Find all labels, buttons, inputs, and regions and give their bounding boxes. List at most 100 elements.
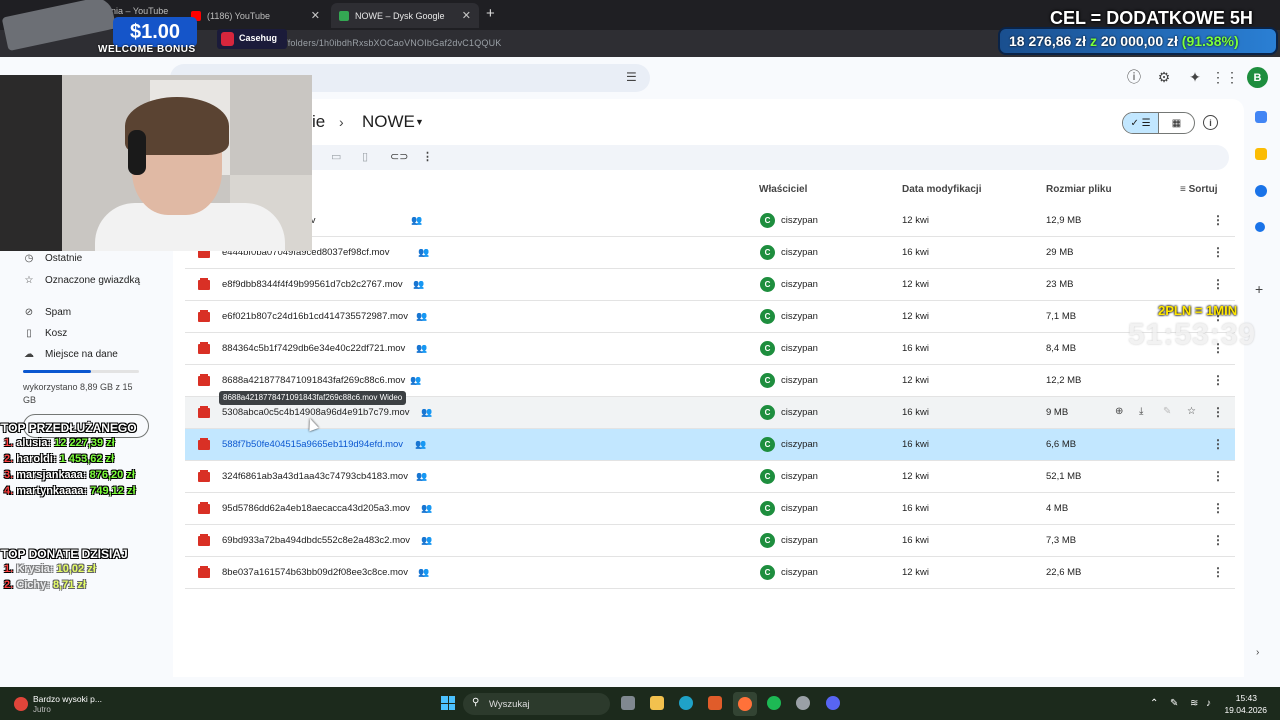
table-row[interactable]: e8f9dbb8344f4f49b99561d7cb2c2767.mov 👥 Cci… (185, 269, 1235, 301)
close-icon[interactable]: ✕ (462, 9, 471, 22)
nav-starred[interactable]: ☆ Oznaczone gwiazdką (23, 275, 141, 286)
page-title[interactable]: NOWE (362, 112, 415, 132)
windows-start-icon[interactable] (441, 696, 455, 710)
more-options-icon[interactable]: ⋮ (1212, 405, 1224, 419)
file-name[interactable]: 324f6861ab3a43d1aa43c74793cb4183.mov (222, 471, 408, 482)
trash-icon[interactable]: ▯ (362, 150, 368, 163)
file-name[interactable]: 95d5786dd62a4eb18aecacca43d205a3.mov (222, 503, 410, 514)
entry-rank: 4. (4, 485, 14, 497)
keep-icon[interactable] (1255, 148, 1267, 160)
table-row[interactable]: 69bd933a72ba494dbdc552c8e2a483c2.mov 👥 Cci… (185, 525, 1235, 557)
table-row[interactable]: 95d5786dd62a4eb18aecacca43d205a3.mov 👥 Cci… (185, 493, 1235, 525)
clock-date[interactable]: 19.04.2026 (1217, 705, 1267, 715)
link-icon[interactable]: ⊂⊃ (390, 150, 408, 163)
more-options-icon[interactable]: ⋮ (1212, 469, 1224, 483)
more-options-icon[interactable]: ⋮ (1212, 373, 1224, 387)
volume-icon[interactable]: ♪ (1206, 698, 1211, 709)
more-options-icon[interactable]: ⋮ (1212, 565, 1224, 579)
more-options-icon[interactable]: ⋮ (1212, 501, 1224, 515)
sort-button[interactable]: ≡ Sortuj (1180, 184, 1218, 195)
list-view-button[interactable]: ✓ ☰ (1123, 113, 1158, 133)
table-row[interactable]: 884364c5b1f7429db6e34e40c22df721.mov 👥 Cci… (185, 333, 1235, 365)
file-explorer-icon[interactable] (650, 696, 664, 710)
tab-google-drive[interactable]: NOWE – Dysk Google ✕ (331, 3, 479, 28)
edge-icon[interactable] (679, 696, 693, 710)
chevron-up-icon[interactable]: ⌃ (1150, 698, 1158, 709)
avatar[interactable]: B (1247, 67, 1268, 88)
rename-icon[interactable]: ✎ (1163, 406, 1171, 417)
goal-join: z (1089, 33, 1097, 49)
table-row[interactable]: 2c954a22d7c0a2.mov👥Cciszypan12 kwi12,9 M… (185, 205, 1235, 237)
more-options-icon[interactable]: ⋮ (1212, 533, 1224, 547)
firefox-icon[interactable] (738, 697, 752, 711)
calendar-icon[interactable] (1255, 111, 1267, 123)
video-file-icon (198, 342, 210, 354)
nav-spam[interactable]: ⊘ Spam (23, 307, 71, 318)
nav-label: Oznaczone gwiazdką (45, 275, 141, 286)
discord-icon[interactable] (826, 696, 840, 710)
column-modified[interactable]: Data modyfikacji (902, 184, 981, 195)
more-options-icon[interactable]: ⋮ (1212, 213, 1224, 227)
table-row[interactable]: 324f6861ab3a43d1aa43c74793cb4183.mov 👥 Cci… (185, 461, 1235, 493)
tasks-icon[interactable] (1255, 185, 1267, 197)
more-options-icon[interactable]: ⋮ (1212, 437, 1224, 451)
file-name[interactable]: 8688a4218778471091843faf269c88c6.mov (222, 375, 405, 386)
table-row[interactable]: e6f021b807c24d16b1cd414735572987.mov 👥 Cci… (185, 301, 1235, 333)
github-icon[interactable] (796, 696, 810, 710)
file-name[interactable]: 588f7b50fe404515a9665eb119d94efd.mov (222, 439, 403, 450)
table-row[interactable]: e444bf0ba07049fa9ced8037ef98cf.mov 👥 Ccisz… (185, 237, 1235, 269)
file-name[interactable]: 884364c5b1f7429db6e34e40c22df721.mov (222, 343, 405, 354)
search-filter-icon[interactable]: ☰ (626, 70, 637, 84)
weather-title[interactable]: Bardzo wysoki p... (33, 694, 102, 704)
file-name[interactable]: 5308abca0c5c4b14908a96d4e91b7c79.mov (222, 407, 410, 418)
move-folder-icon[interactable]: ▭ (331, 150, 341, 163)
share-icon[interactable]: ⊕ (1115, 406, 1123, 417)
gemini-icon[interactable]: ✦ (1186, 68, 1204, 86)
owner-avatar: C (760, 405, 775, 420)
nav-trash[interactable]: ▯ Kosz (23, 328, 67, 339)
contacts-icon[interactable] (1255, 222, 1265, 232)
pen-icon[interactable]: ✎ (1170, 698, 1178, 709)
weather-icon[interactable] (14, 697, 28, 711)
close-icon[interactable]: ✕ (311, 9, 320, 22)
nav-recent[interactable]: ◷ Ostatnie (23, 253, 83, 264)
caret-down-icon[interactable]: ▼ (415, 117, 424, 127)
table-row[interactable]: 588f7b50fe404515a9665eb119d94efd.mov 👥 Cci… (185, 429, 1235, 461)
shared-icon: 👥 (421, 407, 433, 417)
store-icon[interactable] (708, 696, 722, 710)
leaderboard-entry: 2. haroldi: 1 453,62 zł (4, 453, 114, 465)
taskbar-search[interactable] (463, 693, 610, 715)
breadcrumb-parent[interactable]: ie (312, 112, 325, 132)
download-icon[interactable]: ⤓ (1139, 406, 1143, 417)
info-icon[interactable]: i (1203, 115, 1218, 130)
more-options-icon[interactable]: ⋮ (1212, 277, 1224, 291)
add-icon[interactable]: + (1255, 281, 1267, 297)
clock-time[interactable]: 15:43 (1222, 693, 1257, 703)
owner-avatar: C (760, 437, 775, 452)
table-row[interactable]: 8be037a161574b63bb09d2f08ee3c8ce.mov 👥 Cci… (185, 557, 1235, 589)
more-options-icon[interactable]: ⋮ (1212, 245, 1224, 259)
column-owner[interactable]: Właściciel (759, 184, 807, 195)
chevron-right-icon[interactable]: › (1256, 647, 1259, 658)
task-view-icon[interactable] (621, 696, 635, 710)
grid-view-button[interactable]: ▦ (1158, 113, 1194, 133)
file-name[interactable]: e6f021b807c24d16b1cd414735572987.mov (222, 311, 408, 322)
star-icon[interactable]: ☆ (1187, 406, 1196, 417)
gear-icon[interactable]: ⚙ (1155, 68, 1173, 86)
nav-storage[interactable]: ☁ Miejsce na dane (23, 349, 118, 360)
help-icon[interactable]: ⓘ (1125, 68, 1143, 86)
file-size: 52,1 MB (1046, 471, 1082, 482)
column-size[interactable]: Rozmiar pliku (1046, 184, 1112, 195)
owner-avatar: C (760, 469, 775, 484)
new-tab-button[interactable]: + (486, 5, 495, 22)
entry-amount: 12 227,39 zł (54, 437, 115, 449)
file-name[interactable]: 69bd933a72ba494dbdc552c8e2a483c2.mov (222, 535, 410, 546)
file-name[interactable]: e8f9dbb8344f4f49b99561d7cb2c2767.mov (222, 279, 403, 290)
wifi-icon[interactable]: ≋ (1190, 698, 1198, 709)
tab-title: NOWE – Dysk Google (355, 10, 445, 21)
apps-grid-icon[interactable]: ⋮⋮ (1211, 68, 1239, 86)
spotify-icon[interactable] (767, 696, 781, 710)
more-options-icon[interactable]: ⋮ (422, 150, 433, 163)
file-name[interactable]: 8be037a161574b63bb09d2f08ee3c8ce.mov (222, 567, 408, 578)
rate-label: 2PLN = 1MIN (1158, 303, 1238, 318)
